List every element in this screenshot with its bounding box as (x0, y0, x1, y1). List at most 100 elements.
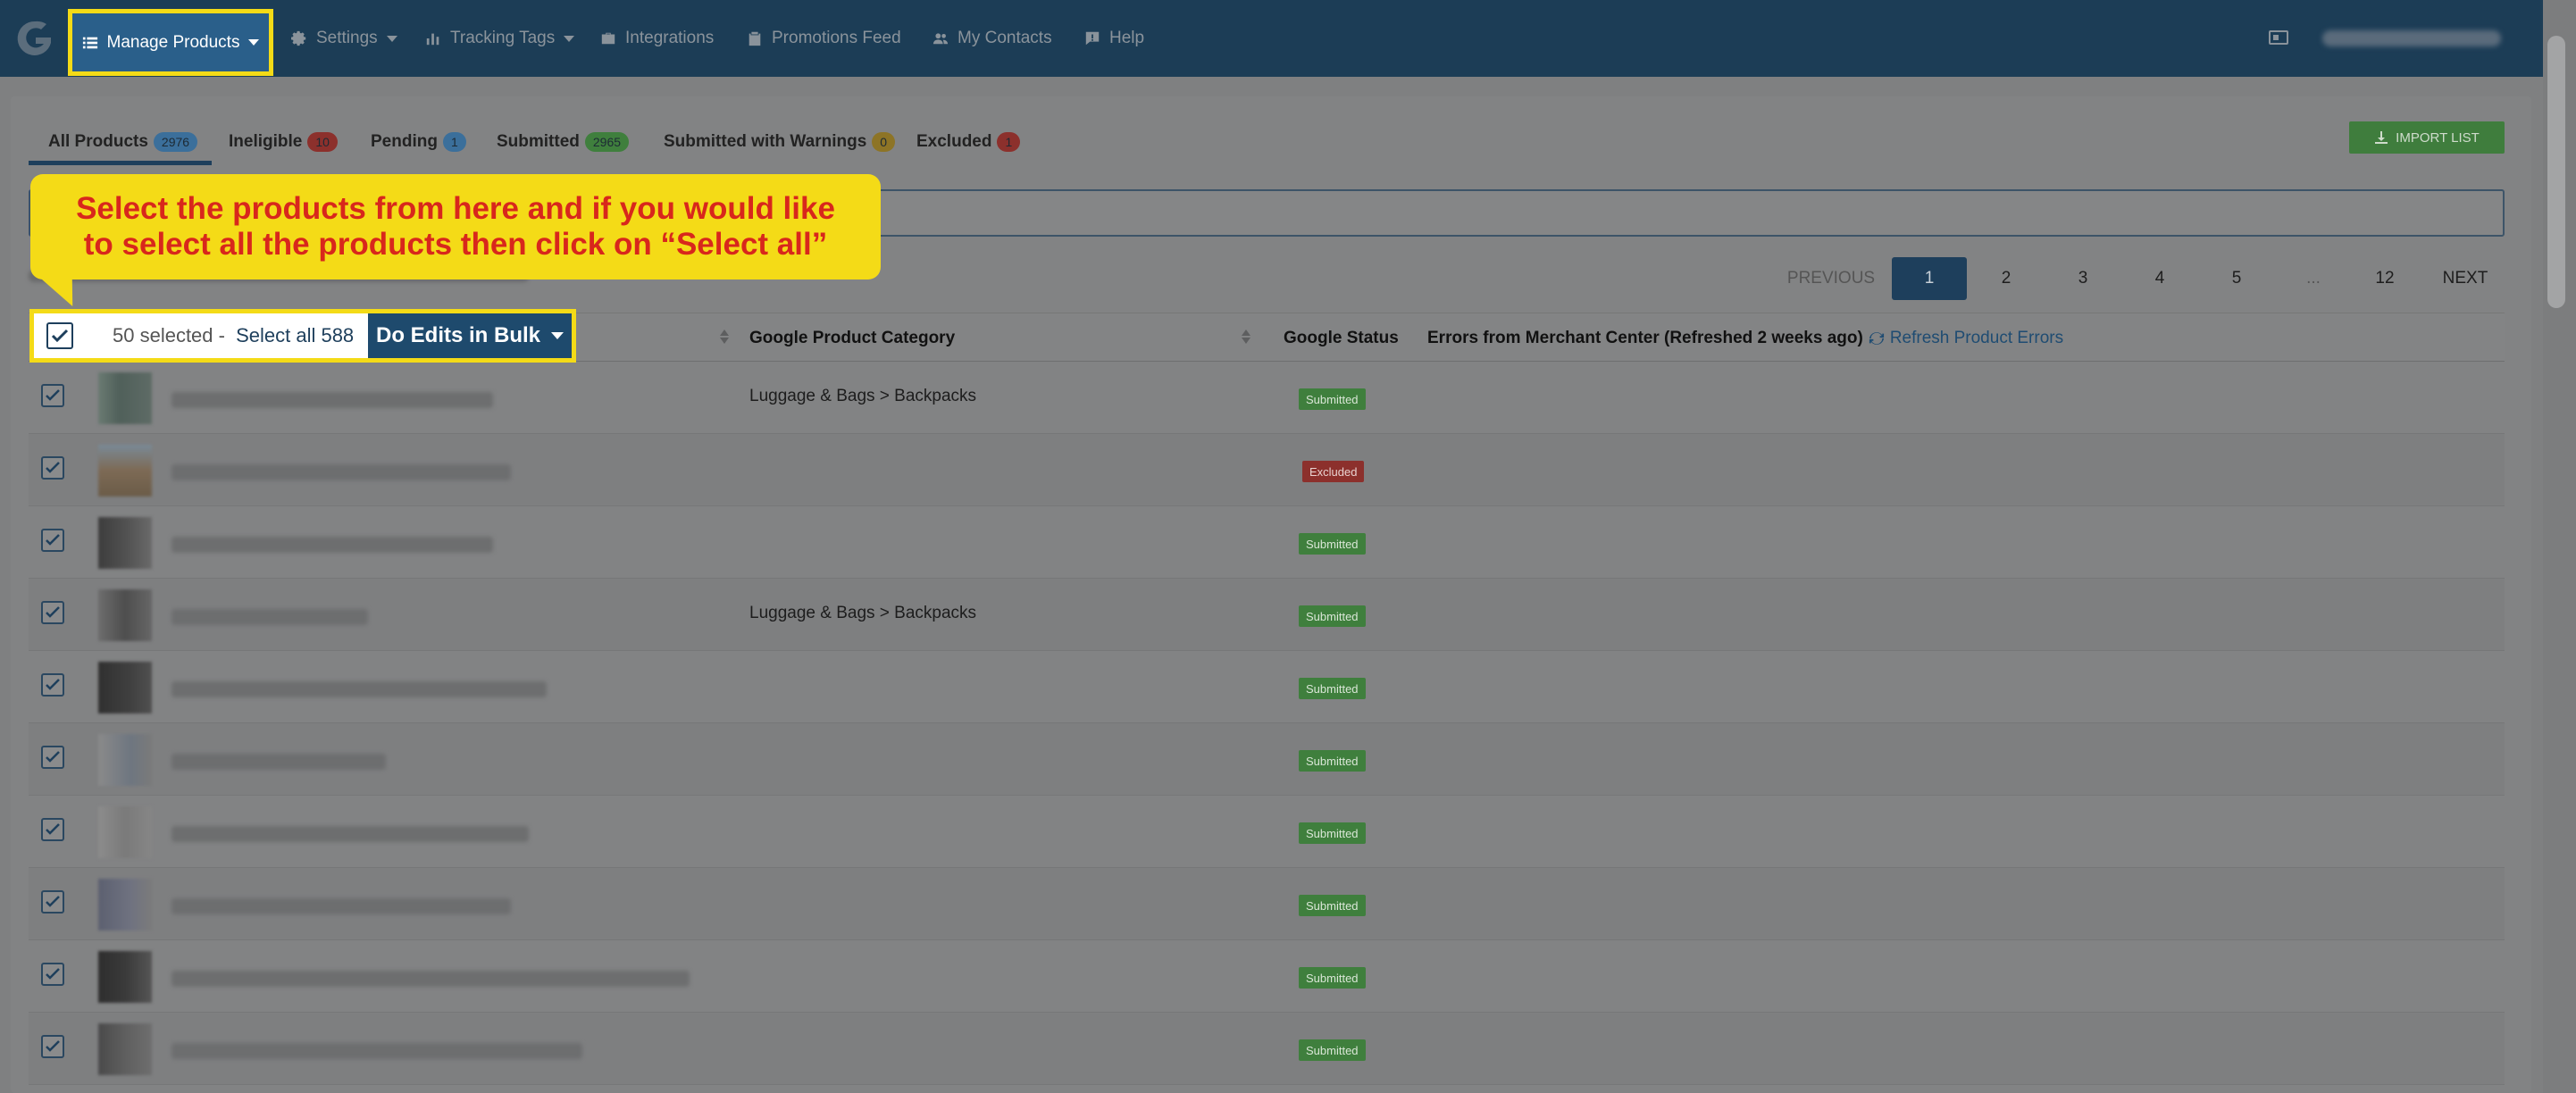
product-name[interactable] (171, 537, 493, 553)
status-badge: Submitted (1299, 388, 1366, 410)
tab-ineligible[interactable]: Ineligible 10 (229, 121, 338, 168)
header-errors: Errors from Merchant Center (Refreshed 2… (1427, 313, 2063, 363)
tab-submitted[interactable]: Submitted 2965 (497, 121, 630, 168)
nav-manage-products[interactable]: Manage Products (68, 9, 273, 76)
selected-count: 50 selected - Select all 588 (113, 324, 354, 347)
row-checkbox[interactable] (41, 818, 64, 841)
tab-excluded[interactable]: Excluded 1 (916, 121, 1021, 168)
check-icon (51, 329, 69, 343)
check-icon (46, 968, 60, 980)
tab-submitted-with-warnings[interactable]: Submitted with Warnings 0 (664, 121, 896, 168)
table-row: Luggage & Bags > Backpacks Submitted (29, 362, 2505, 434)
tooltip-text: Select the products from here and if you… (76, 191, 835, 262)
scrollbar-thumb[interactable] (2547, 36, 2565, 308)
chevron-down-icon (551, 332, 564, 339)
product-thumbnail (98, 517, 152, 569)
table-row: Submitted (29, 796, 2505, 868)
product-thumbnail (98, 1023, 152, 1075)
list-icon (82, 37, 97, 48)
product-thumbnail (98, 589, 152, 641)
product-name[interactable] (171, 1043, 582, 1059)
row-checkbox[interactable] (41, 890, 64, 914)
row-checkbox[interactable] (41, 1035, 64, 1058)
pagination-page-4[interactable]: 4 (2122, 257, 2197, 300)
select-all-link[interactable]: Select all 588 (236, 324, 354, 346)
tab-label: All Products (48, 132, 148, 151)
row-checkbox[interactable] (41, 601, 64, 624)
refresh-link-label: Refresh Product Errors (1889, 328, 2064, 347)
row-checkbox[interactable] (41, 456, 64, 480)
bulk-selection-bar: 50 selected - Select all 588 Do Edits in… (29, 309, 576, 363)
row-checkbox[interactable] (41, 384, 64, 407)
refresh-icon (1869, 331, 1884, 345)
check-icon (46, 389, 60, 401)
do-edits-in-bulk-button[interactable]: Do Edits in Bulk (368, 313, 572, 358)
product-thumbnail (98, 734, 152, 786)
import-list-button[interactable]: IMPORT LIST (2349, 121, 2505, 154)
select-all-checkbox[interactable] (46, 322, 73, 349)
refresh-product-errors-link[interactable]: Refresh Product Errors (1869, 329, 2063, 348)
table-row: Submitted (29, 940, 2505, 1013)
header-status[interactable]: Google Status (1284, 313, 1399, 363)
product-thumbnail (98, 372, 152, 424)
row-checkbox[interactable] (41, 529, 64, 552)
check-icon (46, 823, 60, 835)
sort-icon[interactable] (720, 328, 729, 347)
count-badge: 2965 (584, 132, 630, 152)
table-row: Submitted (29, 651, 2505, 723)
count-badge: 0 (872, 132, 896, 152)
selected-count-text: 50 selected - (113, 324, 231, 346)
product-name[interactable] (171, 609, 368, 625)
product-thumbnail (98, 445, 152, 496)
status-badge: Excluded (1302, 461, 1365, 482)
status-badge: Submitted (1299, 750, 1366, 772)
check-icon (46, 462, 60, 473)
row-checkbox[interactable] (41, 746, 64, 769)
tab-pending[interactable]: Pending 1 (371, 121, 466, 168)
do-edits-label: Do Edits in Bulk (375, 323, 540, 347)
pagination-page-5[interactable]: 5 (2199, 257, 2274, 300)
status-badge: Submitted (1299, 895, 1366, 916)
pagination-page-3[interactable]: 3 (2045, 257, 2120, 300)
check-icon (46, 679, 60, 690)
row-checkbox[interactable] (41, 963, 64, 986)
pagination-page-1[interactable]: 1 (1892, 257, 1967, 300)
status-badge: Submitted (1299, 1039, 1366, 1061)
table-row: Submitted (29, 1013, 2505, 1085)
check-icon (46, 606, 60, 618)
product-name[interactable] (171, 898, 511, 914)
sort-icon[interactable] (1242, 328, 1250, 347)
table-row: Submitted (29, 723, 2505, 796)
tab-label: Excluded (916, 132, 992, 151)
check-icon (46, 751, 60, 763)
product-name[interactable] (171, 754, 386, 770)
product-name[interactable] (171, 464, 511, 480)
count-badge: 1 (997, 132, 1021, 152)
pagination-page-2[interactable]: 2 (1969, 257, 2044, 300)
status-badge: Submitted (1299, 967, 1366, 989)
top-nav: Settings Tracking Tags Integrations Prom… (0, 0, 2543, 77)
instruction-tooltip: Select the products from here and if you… (30, 174, 881, 306)
row-category: Luggage & Bags > Backpacks (749, 604, 977, 622)
product-thumbnail (98, 879, 152, 930)
product-name[interactable] (171, 826, 529, 842)
active-tab-indicator (29, 161, 212, 165)
product-name[interactable] (171, 681, 547, 697)
status-badge: Submitted (1299, 678, 1366, 699)
tab-label: Ineligible (229, 132, 303, 151)
header-errors-label: Errors from Merchant Center (Refreshed 2… (1427, 328, 1863, 347)
table-row: Submitted (29, 868, 2505, 940)
pagination-previous[interactable]: PREVIOUS (1777, 257, 1885, 300)
check-icon (46, 896, 60, 907)
check-icon (46, 1040, 60, 1052)
tab-label: Submitted (497, 132, 580, 151)
product-thumbnail (98, 662, 152, 713)
header-category[interactable]: Google Product Category (749, 313, 955, 363)
status-badge: Submitted (1299, 822, 1366, 844)
download-icon (2375, 131, 2388, 144)
row-checkbox[interactable] (41, 673, 64, 697)
product-name[interactable] (171, 392, 493, 408)
pagination-page-12[interactable]: 12 (2347, 257, 2422, 300)
product-name[interactable] (171, 971, 690, 987)
pagination-next[interactable]: NEXT (2426, 257, 2505, 300)
